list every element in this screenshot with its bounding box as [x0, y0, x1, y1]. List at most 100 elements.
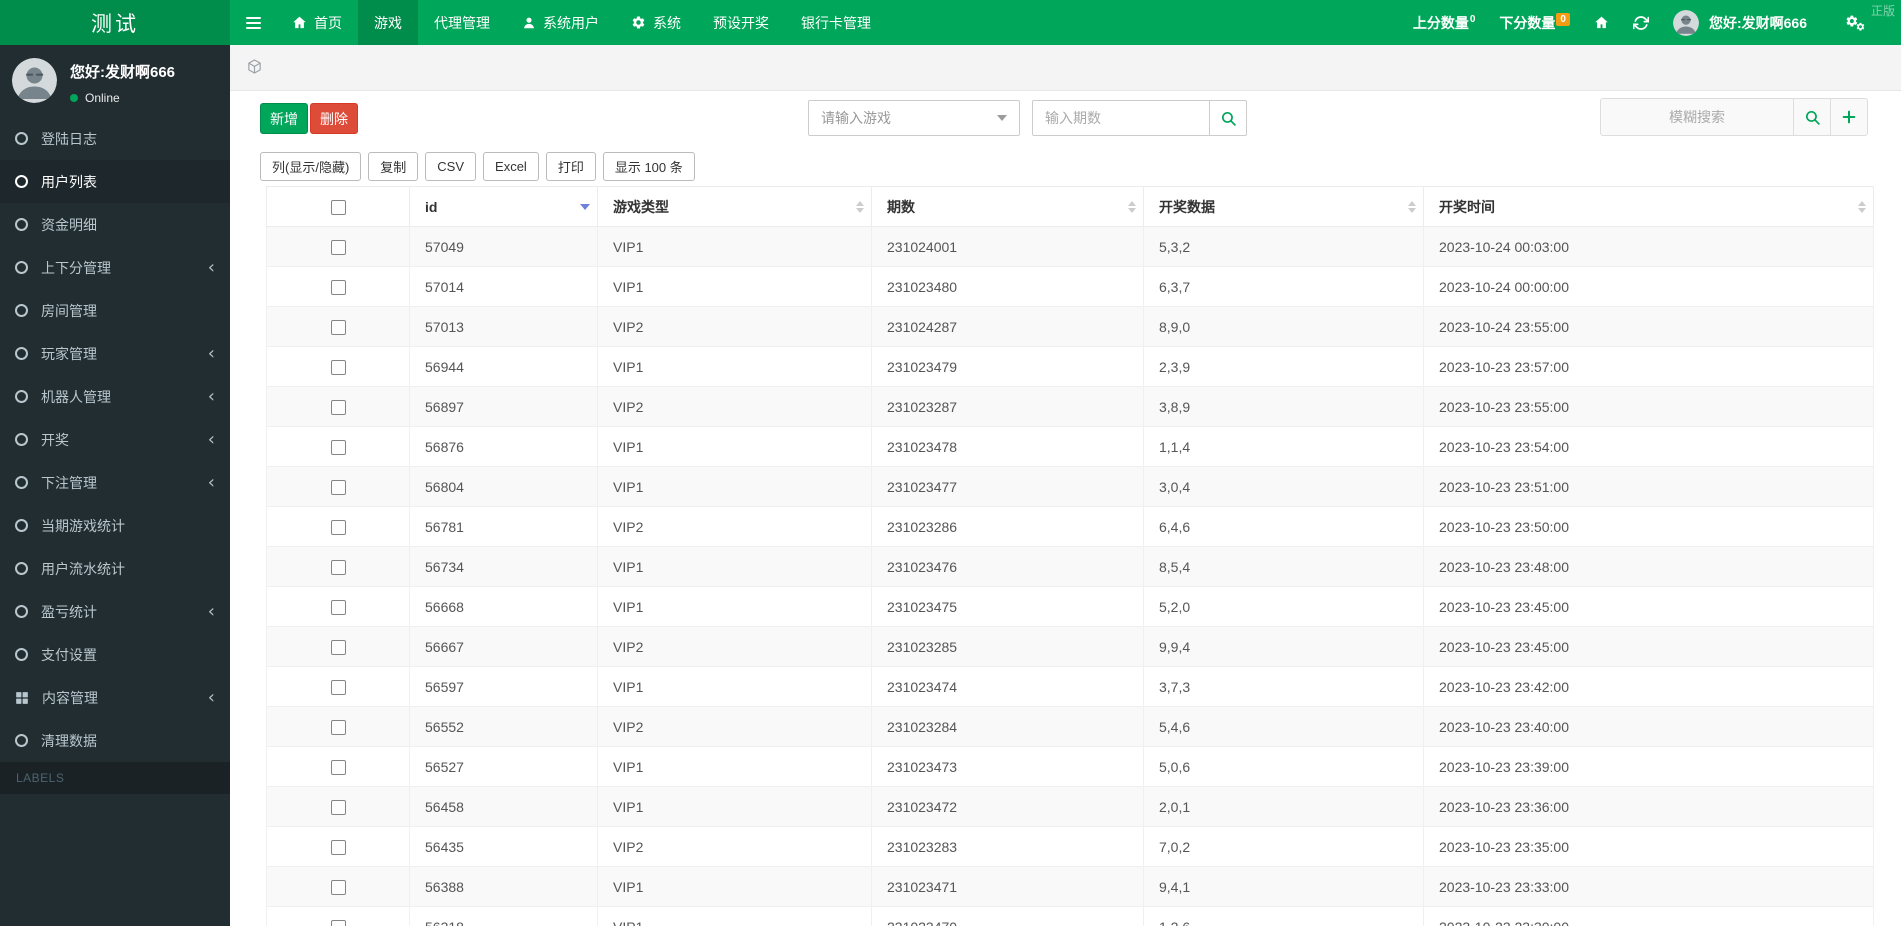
sidebar-item-user-flow-stats[interactable]: 用户流水统计 [0, 547, 230, 590]
row-checkbox[interactable] [330, 439, 346, 455]
fuzzy-search-input[interactable] [1601, 99, 1793, 135]
show-100-button[interactable]: 显示 100 条 [602, 152, 695, 181]
nav-item-bank-card-management[interactable]: 银行卡管理 [785, 0, 887, 45]
sidebar-item-label: 上下分管理 [41, 259, 111, 276]
sidebar-item-bet-management[interactable]: 下注管理 ‹ [0, 461, 230, 504]
row-checkbox[interactable] [330, 879, 346, 895]
row-checkbox[interactable] [330, 279, 346, 295]
cell-draw-time: 2023-10-23 23:45:00 [1423, 586, 1874, 627]
row-checkbox[interactable] [330, 759, 346, 775]
cell-issue: 231023477 [871, 466, 1144, 507]
sidebar-item-funds-detail[interactable]: 资金明细 [0, 203, 230, 246]
column-header-issue[interactable]: 期数 [871, 186, 1144, 227]
fuzzy-add-button[interactable] [1830, 99, 1867, 135]
select-all-checkbox[interactable] [330, 199, 346, 215]
row-checkbox[interactable] [330, 839, 346, 855]
cell-game-type: VIP1 [597, 866, 872, 907]
row-checkbox[interactable] [330, 559, 346, 575]
row-checkbox[interactable] [330, 399, 346, 415]
home-icon[interactable] [1594, 15, 1609, 30]
fuzzy-search-button[interactable] [1793, 99, 1830, 135]
excel-button[interactable]: Excel [483, 152, 539, 181]
row-checkbox[interactable] [330, 679, 346, 695]
row-checkbox[interactable] [330, 719, 346, 735]
sidebar-item-login-log[interactable]: 登陆日志 [0, 117, 230, 160]
circle-icon [15, 390, 28, 403]
sidebar-item-content-management[interactable]: 内容管理 ‹ [0, 676, 230, 719]
sidebar-item-profit-loss-stats[interactable]: 盈亏统计 ‹ [0, 590, 230, 633]
column-header-draw-data[interactable]: 开奖数据 [1143, 186, 1424, 227]
sidebar-item-lottery-draw[interactable]: 开奖 ‹ [0, 418, 230, 461]
row-checkbox[interactable] [330, 319, 346, 335]
cell-draw-time: 2023-10-23 23:33:00 [1423, 866, 1874, 907]
cell-game-type: VIP2 [597, 306, 872, 347]
column-header-id[interactable]: id [409, 186, 598, 227]
sidebar-item-robot-management[interactable]: 机器人管理 ‹ [0, 375, 230, 418]
csv-button[interactable]: CSV [425, 152, 477, 181]
sidebar-item-current-game-stats[interactable]: 当期游戏统计 [0, 504, 230, 547]
issue-input[interactable] [1032, 100, 1210, 136]
cell-checkbox [266, 226, 410, 267]
sidebar-item-user-list[interactable]: 用户列表 [0, 160, 230, 203]
sidebar-section-header: LABELS [0, 762, 230, 794]
table-body: 57049 VIP1 231024001 5,3,2 2023-10-24 00:03:… [266, 226, 1874, 926]
circle-icon [15, 605, 28, 618]
columns-toggle-button[interactable]: 列(显示/隐藏) [260, 152, 362, 181]
nav-item-preset-draw[interactable]: 预设开奖 [697, 0, 785, 45]
cell-id: 56435 [409, 826, 598, 867]
sidebar-item-clean-data[interactable]: 清理数据 [0, 719, 230, 762]
print-button[interactable]: 打印 [545, 152, 596, 181]
row-checkbox[interactable] [330, 639, 346, 655]
row-checkbox[interactable] [330, 359, 346, 375]
row-checkbox[interactable] [330, 799, 346, 815]
gears-icon[interactable] [1845, 14, 1867, 32]
brand[interactable]: 测试 [0, 0, 230, 45]
column-header-game-type[interactable]: 游戏类型 [597, 186, 872, 227]
nav-item-system[interactable]: 系统 [615, 0, 697, 45]
cell-issue: 231024287 [871, 306, 1144, 347]
sidebar-item-payment-settings[interactable]: 支付设置 [0, 633, 230, 676]
chevron-left-icon: ‹ [207, 471, 215, 493]
row-checkbox[interactable] [330, 599, 346, 615]
cell-checkbox [266, 386, 410, 427]
sidebar-item-score-management[interactable]: 上下分管理 ‹ [0, 246, 230, 289]
navbar-greeting[interactable]: 您好:发财啊666 [1709, 13, 1807, 33]
column-header-draw-time[interactable]: 开奖时间 [1423, 186, 1874, 227]
table-row: 56876 VIP1 231023478 1,1,4 2023-10-23 23:54:… [266, 426, 1874, 467]
nav-item-home[interactable]: 首页 [276, 0, 358, 45]
refresh-icon[interactable] [1632, 15, 1649, 31]
copy-button[interactable]: 复制 [368, 152, 419, 181]
game-select[interactable]: 请输入游戏 [808, 100, 1020, 136]
row-checkbox[interactable] [330, 479, 346, 495]
cell-id: 56458 [409, 786, 598, 827]
table-row: 56804 VIP1 231023477 3,0,4 2023-10-23 23:51:… [266, 466, 1874, 507]
nav-item-games[interactable]: 游戏 [358, 0, 418, 45]
sidebar-item-label: 当期游戏统计 [41, 517, 125, 534]
cell-id: 56388 [409, 866, 598, 907]
hamburger-menu-icon[interactable] [230, 0, 276, 45]
row-checkbox[interactable] [330, 519, 346, 535]
cell-game-type: VIP1 [597, 786, 872, 827]
row-checkbox[interactable] [330, 919, 346, 926]
circle-icon [15, 562, 28, 575]
row-checkbox[interactable] [330, 239, 346, 255]
sidebar-item-room-management[interactable]: 房间管理 [0, 289, 230, 332]
cell-game-type: VIP2 [597, 826, 872, 867]
navbar-avatar[interactable] [1672, 9, 1699, 36]
up-score-button[interactable]: 上分数量0 [1413, 13, 1476, 33]
down-score-button[interactable]: 下分数量 0 [1499, 12, 1570, 33]
circle-icon [15, 132, 28, 145]
cell-id: 57013 [409, 306, 598, 347]
delete-button[interactable]: 删除 [310, 103, 358, 134]
add-button[interactable]: 新增 [260, 103, 308, 134]
sidebar-item-label: 开奖 [41, 431, 69, 448]
user-panel: 您好:发财啊666 Online [0, 45, 230, 117]
issue-search-button[interactable] [1209, 100, 1247, 136]
sidebar-item-player-management[interactable]: 玩家管理 ‹ [0, 332, 230, 375]
nav-item-agent-management[interactable]: 代理管理 [418, 0, 506, 45]
nav-item-system-users[interactable]: 系统用户 [506, 0, 615, 45]
cell-id: 56804 [409, 466, 598, 507]
cell-draw-time: 2023-10-23 23:36:00 [1423, 786, 1874, 827]
cell-game-type: VIP1 [597, 666, 872, 707]
cell-game-type: VIP1 [597, 466, 872, 507]
